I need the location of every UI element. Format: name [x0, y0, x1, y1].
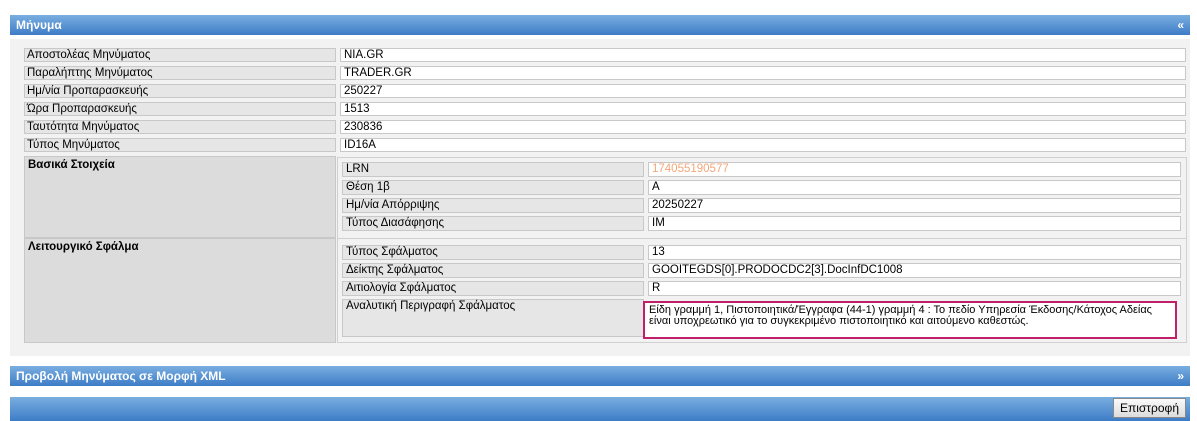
basic-data-group-label: Βασικά Στοιχεία: [24, 156, 336, 238]
basic-data-box: LRN 174055190577 Θέση 1β A Ημ/νία Απόρρι…: [337, 157, 1187, 239]
field-label-error-description: Αναλυτική Περιγραφή Σφάλματος: [342, 299, 644, 337]
xml-section-header[interactable]: Προβολή Μηνύματος σε Μορφή XML »: [10, 366, 1190, 386]
field-value-declaration-type: IM: [648, 216, 1181, 231]
message-section-title: Μήνυμα: [16, 18, 62, 32]
field-value-prep-date: 250227: [340, 84, 1186, 98]
field-value-position-1b: A: [648, 180, 1181, 195]
footer-bar: [10, 397, 1190, 421]
field-value-message-id: 230836: [340, 120, 1186, 134]
xml-section-title: Προβολή Μηνύματος σε Μορφή XML: [16, 369, 226, 383]
field-label-prep-time: Ώρα Προπαρασκευής: [24, 102, 336, 116]
message-section-header: Μήνυμα «: [10, 15, 1190, 35]
field-label-prep-date: Ημ/νία Προπαρασκευής: [24, 84, 336, 98]
field-value-sender: NIA.GR: [340, 48, 1186, 62]
field-value-rejection-date: 20250227: [648, 198, 1181, 213]
collapse-toggle[interactable]: «: [1177, 15, 1184, 35]
field-label-lrn: LRN: [342, 162, 644, 177]
field-label-error-reason: Αιτιολογία Σφάλματος: [342, 281, 644, 296]
field-value-message-type: ID16A: [340, 138, 1186, 152]
field-label-error-type: Τύπος Σφάλματος: [342, 245, 644, 260]
field-value-error-pointer: GOOITEGDS[0].PRODOCDC2[3].DocInfDC1008: [648, 263, 1181, 278]
field-label-declaration-type: Τύπος Διασάφησης: [342, 216, 644, 231]
field-value-prep-time: 1513: [340, 102, 1186, 116]
functional-error-group-label: Λειτουργικό Σφάλμα: [24, 238, 336, 343]
field-label-sender: Αποστολέας Μηνύματος: [24, 48, 336, 62]
field-label-error-pointer: Δείκτης Σφάλματος: [342, 263, 644, 278]
return-button[interactable]: Επιστροφή: [1112, 398, 1186, 418]
field-value-error-reason: R: [648, 281, 1181, 296]
field-label-message-type: Τύπος Μηνύματος: [24, 138, 336, 152]
field-value-error-type: 13: [648, 245, 1181, 260]
field-label-receiver: Παραλήπτης Μηνύματος: [24, 66, 336, 80]
field-label-rejection-date: Ημ/νία Απόρριψης: [342, 198, 644, 213]
field-value-lrn: 174055190577: [648, 162, 1181, 177]
field-value-error-description: Είδη γραμμή 1, Πιστοποιητικά/Έγγραφα (44…: [643, 301, 1177, 339]
field-value-receiver: TRADER.GR: [340, 66, 1186, 80]
field-label-message-id: Ταυτότητα Μηνύματος: [24, 120, 336, 134]
expand-toggle[interactable]: »: [1177, 366, 1184, 386]
field-label-position-1b: Θέση 1β: [342, 180, 644, 195]
